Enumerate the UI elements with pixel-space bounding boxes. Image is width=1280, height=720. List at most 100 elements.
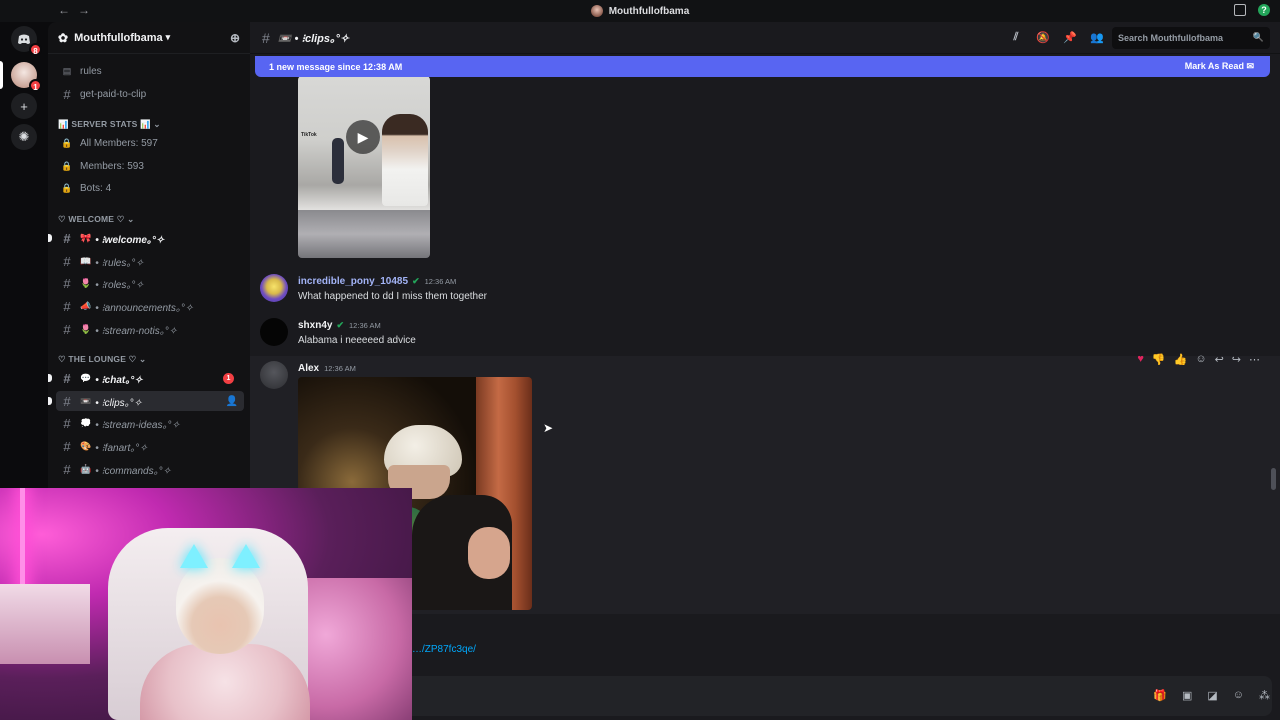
play-icon[interactable]: ▶ <box>346 120 380 154</box>
streamer-head <box>176 558 264 654</box>
rules-channel-icon: ▤ <box>62 65 72 76</box>
threads-icon[interactable]: ⫽ <box>1009 31 1023 45</box>
cat-ear-headphone <box>180 544 208 568</box>
sticker-icon[interactable]: ◪ <box>1207 689 1217 702</box>
video-blur-area <box>298 210 430 258</box>
avatar[interactable] <box>260 274 288 302</box>
lock-icon: 🔒 <box>61 182 73 193</box>
reply-icon[interactable]: ↩ <box>1215 353 1224 366</box>
category-welcome[interactable]: ♡ WELCOME ♡ ⌄ <box>58 214 134 225</box>
avatar[interactable] <box>260 318 288 346</box>
channel-stream-ideas[interactable]: # 💭 • ⁝stream-ideas｡°✧ <box>56 413 244 433</box>
hash-icon: # <box>63 275 71 291</box>
emoji-icon[interactable]: ☺ <box>1233 689 1244 702</box>
lock-icon: 🔒 <box>61 137 73 148</box>
hash-icon: # <box>63 370 71 386</box>
mark-as-read-button[interactable]: Mark As Read ✉ <box>1185 61 1254 72</box>
category-server-stats[interactable]: 📊 SERVER STATS 📊 ⌄ <box>58 119 161 130</box>
video-attachment[interactable]: TikTok ▶ <box>298 76 430 258</box>
lock-icon: 🔒 <box>61 160 73 171</box>
channel-rules[interactable]: ▤ rules <box>56 61 244 81</box>
stat-members: 🔒 Members: 593 <box>61 160 144 172</box>
selected-server-pill <box>0 61 3 89</box>
window-title: Mouthfullofbama <box>608 5 690 17</box>
more-options-icon[interactable]: ⋯ <box>1249 353 1260 366</box>
gif-icon[interactable]: ▣ <box>1182 689 1192 702</box>
video-thumbnail-figure <box>382 114 428 206</box>
channel-sidebar: ✿ Mouthfullofbama ▾ ⊕ ▤ rules # get-paid-t… <box>48 22 250 488</box>
message-text: Alabama i neeeeed advice <box>298 335 416 346</box>
message-username[interactable]: Alex 12:36 AM <box>298 363 356 374</box>
direct-messages-icon[interactable]: 8 <box>11 26 42 56</box>
inbox-icon[interactable] <box>1234 4 1246 16</box>
hash-icon: # <box>63 438 71 454</box>
add-reaction-icon[interactable]: ☺ <box>1195 353 1206 366</box>
channel-announcements[interactable]: # 📣 • ⁝announcements｡°✧ <box>56 296 244 316</box>
discover-icon[interactable]: ✺ <box>11 124 37 150</box>
verified-badge-icon: ✔ <box>336 320 345 330</box>
mouse-cursor-icon: ➤ <box>543 421 554 435</box>
stat-all-members: 🔒 All Members: 597 <box>61 137 158 149</box>
server-mouthfullofbama-icon[interactable]: 1 <box>11 62 42 92</box>
history-nav[interactable]: ←→ <box>58 3 98 17</box>
reaction-thumbs-down-icon[interactable]: 👎 <box>1152 353 1166 366</box>
reaction-thumbs-up-icon[interactable]: 👍 <box>1174 353 1188 366</box>
new-messages-bar[interactable]: 1 new message since 12:38 AM Mark As Rea… <box>255 56 1270 77</box>
verified-badge-icon: ✔ <box>412 276 420 286</box>
hash-icon: # <box>63 86 71 102</box>
image-figure <box>468 527 510 579</box>
chevron-down-icon: ▾ <box>165 32 171 42</box>
message-username[interactable]: shxn4y ✔ 12:36 AM <box>298 320 381 331</box>
hash-icon: # <box>63 415 71 431</box>
create-invite-icon[interactable]: 👤 <box>226 396 238 407</box>
channel-commands[interactable]: # 🤖 • ⁝commands｡°✧ <box>56 459 244 479</box>
channel-clips[interactable]: # 📼 • ⁝clips｡°✧ 👤 <box>48 391 244 411</box>
category-the-lounge[interactable]: ♡ THE LOUNGE ♡ ⌄ <box>58 354 146 365</box>
hash-icon: # <box>63 393 71 409</box>
member-list-icon[interactable]: 👥 <box>1090 31 1104 45</box>
hash-icon: # <box>63 253 71 269</box>
channel-header: # 📼 • ⁝clips｡°✧ ⫽ 🔕 📌 👥 Search Mouthfull… <box>250 22 1280 54</box>
message-link[interactable]: …/ZP87fc3qe/ <box>412 644 476 655</box>
hash-icon: # <box>63 321 71 337</box>
search-icon: 🔍 <box>1252 32 1264 42</box>
apps-icon[interactable]: ⁂ <box>1259 689 1270 702</box>
dm-badge: 8 <box>29 43 42 56</box>
unread-indicator <box>48 374 52 382</box>
forward-icon[interactable]: ↪ <box>1232 353 1241 366</box>
channel-chat[interactable]: # 💬 • ⁝chat｡°✧ 1 <box>48 368 244 388</box>
webcam-overlay <box>0 488 412 720</box>
channel-stream-notis[interactable]: # 🌷 • ⁝stream-notis｡°✧ <box>56 319 244 339</box>
channel-rules-2[interactable]: # 📖 • ⁝rules｡°✧ <box>56 251 244 271</box>
message-text: What happened to dd I miss them together <box>298 291 487 302</box>
gift-icon[interactable]: 🎁 <box>1153 689 1167 702</box>
cat-ear-headphone <box>232 544 260 568</box>
webcam-desk <box>0 584 90 664</box>
hash-icon: # <box>63 461 71 477</box>
pin-icon[interactable]: 📌 <box>1063 31 1077 45</box>
hash-icon: # <box>262 29 270 46</box>
hash-icon: # <box>63 298 71 314</box>
channel-roles[interactable]: # 🌷 • ⁝roles｡°✧ <box>56 273 244 293</box>
add-server-icon[interactable]: + <box>11 93 37 119</box>
channel-fanart[interactable]: # 🎨 • ⁝fanart｡°✧ <box>56 436 244 456</box>
avatar[interactable] <box>260 361 288 389</box>
title-bar: ←→ Mouthfullofbama ? <box>0 0 1280 22</box>
search-input[interactable]: Search Mouthfullofbama 🔍 <box>1112 27 1270 49</box>
scrollbar[interactable] <box>1271 468 1276 490</box>
server-badge: 1 <box>29 79 42 92</box>
stat-bots: 🔒 Bots: 4 <box>61 182 112 194</box>
mention-badge: 1 <box>223 372 234 384</box>
channel-get-paid-to-clip[interactable]: # get-paid-to-clip <box>56 84 244 104</box>
unread-indicator <box>48 397 52 405</box>
invite-people-icon[interactable]: ⊕ <box>230 31 240 45</box>
help-icon[interactable]: ? <box>1258 4 1270 16</box>
reaction-heart-icon[interactable]: ♥ <box>1137 353 1144 366</box>
server-header[interactable]: ✿ Mouthfullofbama ▾ ⊕ <box>48 22 250 54</box>
unread-indicator <box>48 234 52 242</box>
notification-bell-muted-icon[interactable]: 🔕 <box>1036 31 1050 45</box>
message-username[interactable]: incredible_pony_10485 ✔ 12:36 AM <box>298 276 456 287</box>
tiktok-watermark: TikTok <box>301 132 317 138</box>
video-thumbnail-figure <box>332 138 344 184</box>
channel-welcome[interactable]: # 🎀 • ⁝welcome｡°✧ <box>48 228 244 248</box>
